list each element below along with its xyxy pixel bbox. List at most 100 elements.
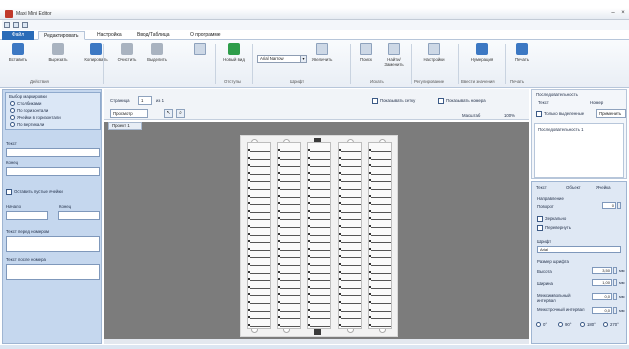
marker-cell[interactable] (339, 322, 361, 327)
marker-cell[interactable] (248, 177, 270, 183)
label-strip[interactable] (307, 142, 331, 329)
copy-button[interactable]: Копировать (82, 43, 110, 62)
marker-cell[interactable] (278, 246, 300, 251)
marker-cell[interactable] (369, 185, 391, 190)
marker-cell[interactable] (248, 231, 270, 236)
marker-cell[interactable] (369, 170, 391, 175)
marker-cell[interactable] (339, 193, 361, 198)
numbering-button[interactable]: Нумерация (468, 43, 496, 62)
tab-about[interactable]: О программе (185, 31, 226, 40)
marker-cell[interactable] (278, 223, 300, 228)
apply-button[interactable]: Применить (596, 109, 626, 118)
angle-270-radio[interactable]: 270° (603, 322, 619, 327)
marker-cell[interactable] (248, 193, 270, 198)
width-stepper[interactable] (613, 279, 617, 286)
marker-cell[interactable] (278, 276, 300, 282)
marker-cell[interactable] (369, 155, 391, 160)
marker-cell[interactable] (278, 291, 300, 297)
label-strip[interactable] (338, 142, 362, 329)
spacing-input[interactable]: 0,0 (592, 293, 612, 300)
marker-cell[interactable] (369, 246, 391, 251)
marker-cell[interactable] (308, 155, 330, 160)
marker-cell[interactable] (339, 147, 361, 152)
marker-cell[interactable] (308, 170, 330, 175)
marker-cell[interactable] (369, 208, 391, 213)
angle-180-radio[interactable]: 180° (580, 322, 596, 327)
marker-cell[interactable] (369, 276, 391, 282)
rotate-stepper[interactable] (617, 202, 621, 209)
marker-cell[interactable] (308, 215, 330, 221)
width-input[interactable]: 1,00 (592, 279, 612, 286)
end-input[interactable] (6, 167, 100, 176)
marker-cell[interactable] (308, 238, 330, 244)
marker-cell[interactable] (248, 291, 270, 297)
horizontal-scrollbar[interactable] (104, 339, 529, 344)
marker-cell[interactable] (278, 193, 300, 198)
marker-cell[interactable] (278, 314, 300, 320)
marker-cell[interactable] (248, 269, 270, 274)
to-input[interactable] (58, 211, 100, 220)
marker-cell[interactable] (248, 223, 270, 228)
height-input[interactable]: 3,50 (592, 267, 612, 274)
marker-cell[interactable] (369, 261, 391, 266)
marker-cell[interactable] (248, 322, 270, 327)
marker-cell[interactable] (248, 299, 270, 304)
marker-cell[interactable] (308, 147, 330, 152)
marker-cell[interactable] (308, 185, 330, 190)
marker-cell[interactable] (308, 253, 330, 259)
marker-cell[interactable] (248, 261, 270, 266)
marker-cell[interactable] (278, 231, 300, 236)
marker-cell[interactable] (278, 208, 300, 213)
marker-cell[interactable] (308, 200, 330, 206)
radio-vertical[interactable]: По вертикали (10, 122, 44, 127)
radio-cells-horizontal[interactable]: Ячейки в горизонтали (10, 115, 61, 120)
angle-0-radio[interactable]: 0° (536, 322, 547, 327)
marker-cell[interactable] (339, 307, 361, 312)
marker-cell[interactable] (278, 177, 300, 183)
marker-cell[interactable] (339, 231, 361, 236)
marker-cell[interactable] (248, 185, 270, 190)
marker-cell[interactable] (339, 177, 361, 183)
tab-input-table[interactable]: Ввод/Таблица (132, 31, 175, 40)
marker-cell[interactable] (308, 284, 330, 289)
select-button[interactable]: Выделить (143, 43, 171, 62)
zoom-in-button[interactable]: Увеличить (308, 43, 336, 62)
marker-cell[interactable] (278, 299, 300, 304)
tab-object[interactable]: Объект (566, 185, 581, 190)
tab-project[interactable]: Проект 1 (108, 122, 142, 130)
marker-cell[interactable] (278, 269, 300, 274)
select-all-button[interactable] (186, 43, 214, 57)
tab-settings[interactable]: Настройка (92, 31, 127, 40)
marker-cell[interactable] (248, 147, 270, 152)
from-input[interactable] (6, 211, 48, 220)
marker-cell[interactable] (339, 269, 361, 274)
clear-button[interactable]: Очистить (113, 43, 141, 62)
marker-cell[interactable] (369, 177, 391, 183)
marker-cell[interactable] (369, 284, 391, 289)
marker-cell[interactable] (339, 299, 361, 304)
marker-cell[interactable] (278, 253, 300, 259)
marker-cell[interactable] (248, 208, 270, 213)
marker-cell[interactable] (339, 238, 361, 244)
save-icon[interactable] (4, 22, 10, 28)
close-button[interactable]: × (618, 10, 628, 17)
marker-cell[interactable] (278, 322, 300, 327)
marker-cell[interactable] (369, 299, 391, 304)
marker-cell[interactable] (339, 185, 361, 190)
marker-cell[interactable] (339, 162, 361, 168)
marker-cell[interactable] (339, 200, 361, 206)
marker-cell[interactable] (248, 276, 270, 282)
keep-empty-checkbox[interactable]: Оставить пустые ячейки (6, 189, 63, 195)
minimize-button[interactable]: – (608, 10, 618, 17)
settings-button[interactable]: Настройки (420, 43, 448, 62)
marker-cell[interactable] (308, 299, 330, 304)
marker-cell[interactable] (339, 291, 361, 297)
radio-horizontal[interactable]: По горизонтали (10, 108, 48, 113)
marker-cell[interactable] (308, 322, 330, 327)
search-button[interactable]: Поиск (352, 43, 380, 62)
suffix-input[interactable] (6, 264, 100, 280)
marker-cell[interactable] (248, 314, 270, 320)
line-spacing-input[interactable]: 0,0 (592, 307, 612, 314)
marker-cell[interactable] (248, 215, 270, 221)
marker-cell[interactable] (308, 193, 330, 198)
